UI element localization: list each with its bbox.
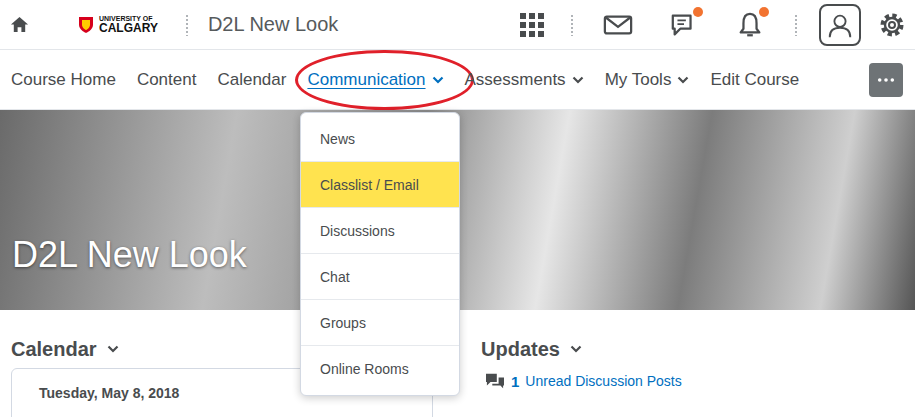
- course-grid-icon[interactable]: [517, 11, 547, 39]
- nav-item[interactable]: Calendar: [217, 70, 286, 90]
- course-title[interactable]: D2L New Look: [208, 13, 338, 36]
- chevron-down-icon: [677, 76, 689, 84]
- menu-item[interactable]: News: [301, 116, 459, 162]
- nav-item[interactable]: My Tools: [605, 70, 690, 90]
- chevron-down-icon: [432, 76, 444, 84]
- separator: [795, 14, 797, 36]
- more-icon: [877, 77, 895, 83]
- chevron-down-icon: [572, 76, 584, 84]
- menu-item[interactable]: Discussions: [301, 208, 459, 254]
- unread-dot: [693, 7, 703, 17]
- widget-title[interactable]: Updates: [481, 336, 904, 362]
- crest-icon: [78, 16, 94, 34]
- menu-item[interactable]: Online Rooms: [301, 346, 459, 392]
- widget: Updates 1Unread Discussion Posts: [481, 336, 904, 417]
- nav-item[interactable]: Course Home: [11, 70, 116, 90]
- messages-button[interactable]: [597, 11, 639, 39]
- communication-menu: NewsClasslist / EmailDiscussionsChatGrou…: [300, 112, 460, 396]
- course-page: UNIVERSITY OFCALGARY D2L New Look Course H…: [0, 0, 915, 417]
- nav-item[interactable]: Communication: [307, 70, 443, 90]
- banner-title: D2L New Look: [12, 234, 247, 276]
- separator: [571, 14, 573, 36]
- discussions-button[interactable]: [663, 11, 705, 39]
- home-icon[interactable]: [10, 15, 29, 34]
- nav-item[interactable]: Content: [137, 70, 197, 90]
- update-link[interactable]: 1Unread Discussion Posts: [481, 372, 904, 390]
- top-bar: UNIVERSITY OFCALGARY D2L New Look: [0, 0, 915, 50]
- annotation-circle: [295, 50, 473, 110]
- gear-icon[interactable]: [877, 10, 907, 40]
- university-logo[interactable]: UNIVERSITY OFCALGARY: [78, 15, 158, 34]
- menu-item[interactable]: Chat: [301, 254, 459, 300]
- menu-item[interactable]: Groups: [301, 300, 459, 346]
- user-menu[interactable]: [819, 4, 861, 46]
- chevron-down-icon: [570, 345, 582, 353]
- chevron-down-icon: [107, 345, 119, 353]
- alerts-button[interactable]: [729, 11, 771, 39]
- user-icon: [825, 11, 855, 39]
- nav-item[interactable]: Edit Course: [710, 70, 799, 90]
- menu-item[interactable]: Classlist / Email: [301, 162, 459, 208]
- course-navbar: Course Home Content Calendar Communication A…: [0, 50, 915, 110]
- mail-icon: [603, 11, 633, 39]
- discussion-icon: [485, 372, 505, 390]
- more-button[interactable]: [869, 63, 903, 97]
- separator: [186, 14, 188, 36]
- unread-dot: [759, 7, 769, 17]
- nav-item[interactable]: Assessments: [465, 70, 584, 90]
